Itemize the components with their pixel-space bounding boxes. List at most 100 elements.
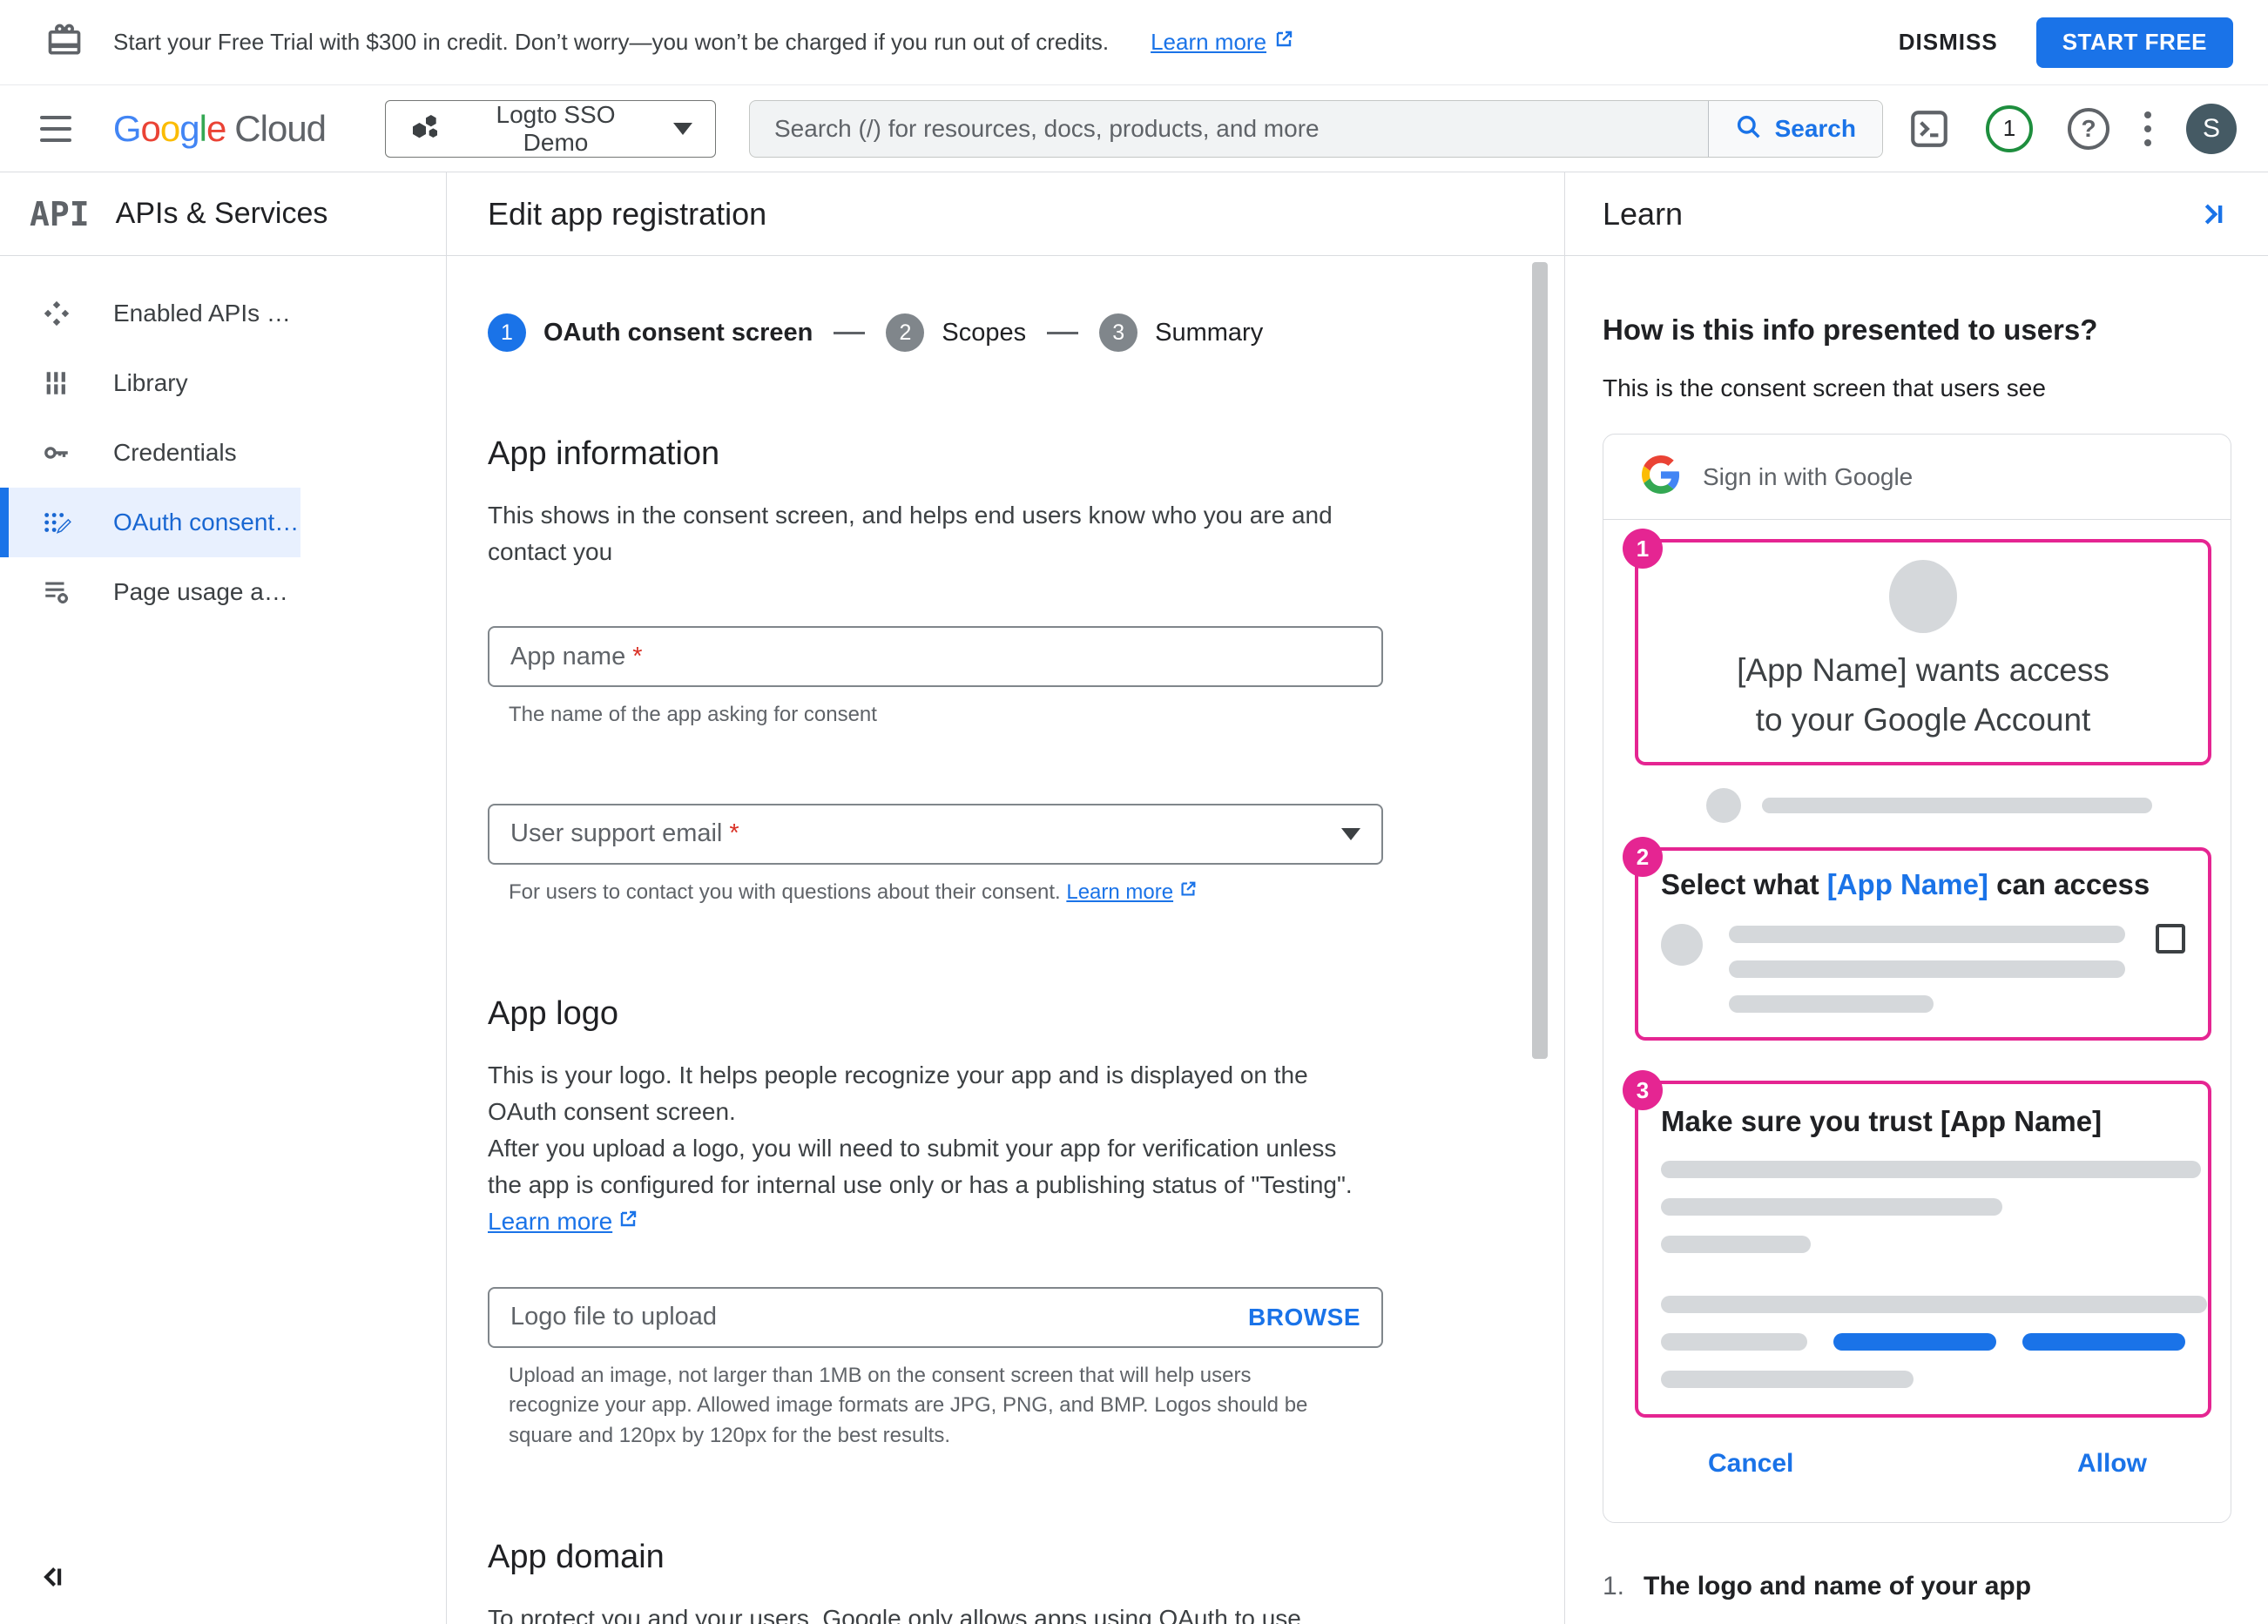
app-name-field[interactable]: App name * — [488, 626, 1383, 687]
step-number: 3 — [1099, 313, 1138, 352]
app-logo-description-2: After you upload a logo, you will need t… — [488, 1130, 1369, 1240]
logo-upload-field[interactable]: Logo file to upload BROWSE — [488, 1286, 1383, 1348]
learn-subtitle: This is the consent screen that users se… — [1603, 374, 2046, 401]
search-input[interactable] — [750, 100, 1708, 157]
logo-letter: o — [159, 107, 180, 149]
learn-footnote: 1. The logo and name of your app — [1603, 1572, 2231, 1601]
step-label: Scopes — [942, 318, 1027, 347]
dismiss-button[interactable]: DISMISS — [1899, 29, 1998, 56]
learn-question: How is this info presented to users? — [1603, 313, 2098, 346]
step-oauth-consent-screen[interactable]: 1 OAuth consent screen — [488, 313, 813, 352]
step2-title: Select what [App Name] can access — [1661, 868, 2185, 901]
google-g-icon — [1642, 455, 1680, 498]
api-product-icon: API — [30, 194, 90, 233]
collapse-panel-icon[interactable] — [2195, 197, 2230, 232]
sidebar-nav: Enabled APIs … Library Credentials OAuth… — [0, 256, 446, 627]
trial-banner-message-group: Start your Free Trial with $300 in credi… — [45, 21, 1294, 64]
external-link-icon — [618, 1203, 638, 1240]
learn-panel-body: How is this info presented to users? Thi… — [1565, 256, 2268, 1601]
user-support-email-field[interactable]: User support email * — [488, 803, 1383, 865]
trial-banner-text: Start your Free Trial with $300 in credi… — [113, 29, 1110, 55]
consent-title-line1: [App Name] wants access — [1737, 652, 2109, 688]
browse-button[interactable]: BROWSE — [1248, 1304, 1360, 1331]
scope-checkbox — [2156, 924, 2185, 954]
learn-more-label: Learn more — [488, 1207, 613, 1235]
page-title: Edit app registration — [488, 195, 767, 232]
notifications-count: 1 — [2002, 115, 2016, 141]
app-name-helper: The name of the app asking for consent — [509, 703, 877, 726]
logo-letter: g — [179, 107, 199, 149]
app-logo-learn-more-link[interactable]: Learn more — [488, 1203, 638, 1240]
help-icon[interactable] — [2068, 107, 2109, 150]
cloud-shell-icon[interactable] — [1907, 107, 1951, 151]
learn-panel: Learn How is this info presented to user… — [1565, 172, 2268, 1624]
app-domain-description: To protect you and your users, Google on… — [488, 1604, 1301, 1624]
step-label: Summary — [1155, 318, 1264, 347]
logo-upload-helper: Upload an image, not larger than 1MB on … — [509, 1363, 1308, 1448]
trial-learn-more-link[interactable]: Learn more — [1151, 29, 1294, 56]
step-summary[interactable]: 3 Summary — [1099, 313, 1263, 352]
project-selector[interactable]: Logto SSO Demo — [385, 99, 716, 158]
scrollbar-thumb[interactable] — [1532, 262, 1548, 1059]
external-link-icon — [1273, 29, 1294, 56]
sidebar-item-credentials[interactable]: Credentials — [0, 418, 300, 488]
app-logo-heading: App logo — [488, 994, 619, 1032]
consent-preview-actions: Cancel Allow — [1603, 1418, 2231, 1522]
cancel-button[interactable]: Cancel — [1708, 1449, 1793, 1479]
logo-letter: G — [112, 107, 142, 149]
collapse-sidebar-icon[interactable] — [37, 1560, 70, 1596]
step-number: 1 — [488, 313, 526, 352]
sign-in-with-google-label: Sign in with Google — [1703, 462, 1914, 490]
step3-title: Make sure you trust [App Name] — [1661, 1105, 2103, 1137]
key-icon — [40, 438, 73, 468]
step2-title-pre: Select what — [1661, 868, 1827, 900]
learn-panel-title: Learn — [1603, 195, 1684, 232]
sidebar-item-oauth-consent[interactable]: OAuth consent… — [0, 488, 300, 557]
app-name-label: App name — [510, 642, 626, 670]
step-scopes[interactable]: 2 Scopes — [886, 313, 1026, 352]
scope-text-placeholder — [1729, 924, 2125, 1013]
search-button[interactable]: Search — [1707, 100, 1882, 157]
support-email-learn-more-link[interactable]: Learn more — [1066, 878, 1198, 908]
sidebar-item-library[interactable]: Library — [0, 348, 300, 418]
notifications-badge[interactable]: 1 — [1986, 104, 2033, 152]
app-logo-description-1: This is your logo. It helps people recog… — [488, 1061, 1308, 1125]
sidebar-item-enabled-apis[interactable]: Enabled APIs … — [0, 279, 300, 348]
menu-icon[interactable] — [37, 114, 75, 144]
project-name: Logto SSO Demo — [496, 100, 616, 156]
main-header: Edit app registration — [447, 172, 1564, 256]
step-number: 2 — [886, 313, 925, 352]
global-search: Search — [749, 99, 1883, 158]
gift-icon — [45, 21, 84, 64]
sidebar-item-label: OAuth consent… — [113, 509, 300, 536]
logo-letter: e — [206, 107, 226, 149]
oauth-consent-icon — [40, 508, 73, 537]
user-support-email-helper: For users to contact you with questions … — [488, 878, 1564, 908]
footnote-index: 1. — [1603, 1572, 1625, 1600]
project-hexagon-icon — [408, 110, 443, 147]
consent-title-line2: to your Google Account — [1755, 702, 2091, 738]
search-button-label: Search — [1774, 114, 1856, 142]
learn-panel-header: Learn — [1565, 172, 2268, 256]
required-asterisk: * — [632, 642, 643, 670]
content-row: API APIs & Services Enabled APIs … Libra… — [0, 172, 2268, 1624]
action-button-placeholder — [1833, 1333, 1996, 1351]
enabled-apis-icon — [40, 299, 73, 328]
page-usage-icon — [40, 577, 73, 607]
logo-cloud-word: Cloud — [234, 107, 327, 149]
consent-screen-preview: Sign in with Google 1 [App Name] wants a… — [1603, 434, 2231, 1523]
app-domain-heading: App domain — [488, 1538, 665, 1575]
description-sentence: After you upload a logo, you will need t… — [488, 1134, 1353, 1198]
account-avatar-placeholder — [1706, 788, 1741, 823]
avatar[interactable]: S — [2186, 103, 2237, 154]
google-cloud-logo: Google Cloud — [112, 107, 327, 150]
step-divider — [1047, 331, 1079, 334]
trust-text-placeholder — [1661, 1161, 2207, 1388]
start-free-button[interactable]: START FREE — [2035, 17, 2233, 68]
trial-banner-actions: DISMISS START FREE — [1899, 17, 2233, 68]
main-content: Edit app registration 1 OAuth consent sc… — [447, 172, 1565, 1624]
allow-button[interactable]: Allow — [2077, 1449, 2147, 1479]
main-scroll-area: 1 OAuth consent screen 2 Scopes 3 Summar… — [447, 256, 1564, 1624]
sidebar-item-page-usage[interactable]: Page usage a… — [0, 557, 300, 627]
more-options-icon[interactable] — [2144, 111, 2151, 146]
